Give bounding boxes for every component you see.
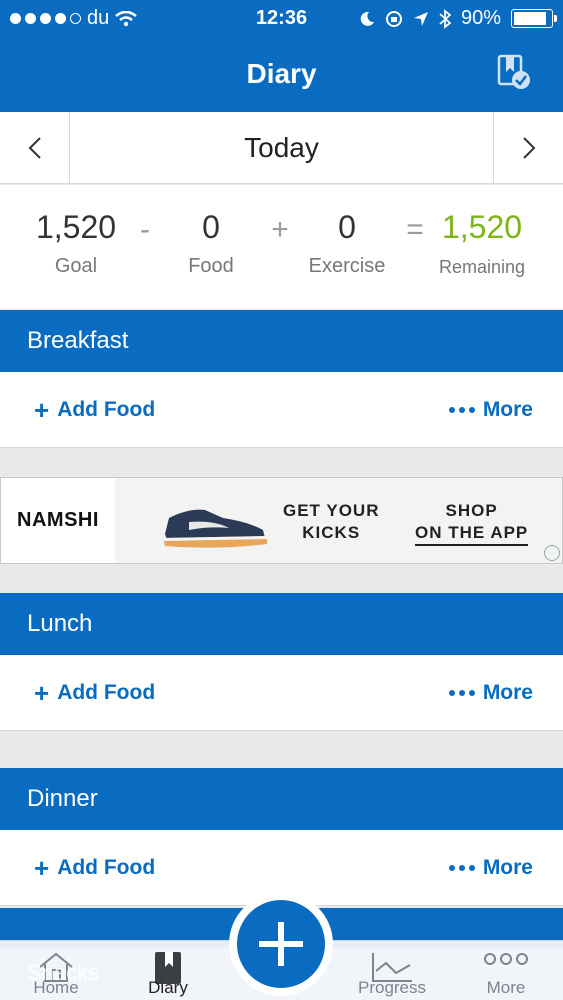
ellipsis-icon [448, 690, 475, 696]
more-label: More [482, 398, 533, 421]
remaining-summary: 1,520 Remaining [422, 209, 542, 278]
quick-add-button[interactable] [237, 900, 325, 988]
add-food-label: Add Food [57, 856, 156, 879]
next-day-button[interactable] [493, 112, 563, 184]
ad-cta[interactable]: SHOP ON THE APP [415, 500, 529, 546]
plus-icon: + [34, 853, 50, 883]
bluetooth-icon [439, 8, 451, 29]
top-bar: du 12:36 90% Diary [0, 0, 563, 112]
breakfast-add-food-button[interactable]: + Add Food [34, 372, 155, 448]
plus-icon: + [34, 678, 50, 708]
battery-percent: 90% [460, 7, 501, 29]
status-bar: du 12:36 90% [0, 0, 563, 36]
lunch-add-food-button[interactable]: + Add Food [34, 655, 155, 731]
goal-value: 1,520 [35, 209, 117, 245]
tab-progress[interactable]: Progress [347, 941, 437, 1000]
breakfast-header: Breakfast [0, 310, 563, 372]
current-date[interactable]: Today [70, 112, 493, 184]
more-label: More [482, 856, 533, 879]
breakfast-more-button[interactable]: More [448, 372, 533, 448]
sneaker-image [163, 509, 267, 548]
complete-diary-icon[interactable] [497, 54, 531, 90]
snacks-label: Snacks [27, 960, 100, 985]
page-title: Diary [246, 58, 317, 89]
lunch-more-button[interactable]: More [448, 655, 533, 731]
remaining-value: 1,520 [441, 209, 523, 245]
date-navigation: Today [0, 112, 563, 184]
tab-progress-label: Progress [357, 978, 427, 997]
dinner-more-button[interactable]: More [448, 830, 533, 906]
ellipsis-icon [448, 865, 475, 871]
calorie-summary: 1,520 Goal - 0 Food + 0 Exercise = 1,520… [0, 185, 563, 309]
ad-brand-logo: NAMSHI [1, 478, 115, 563]
exercise-label: Exercise [308, 255, 386, 277]
food-label: Food [188, 255, 234, 277]
ad-tagline: GET YOUR KICKS [283, 501, 380, 542]
tab-diary[interactable]: Diary [123, 941, 213, 1000]
chevron-right-icon [522, 137, 535, 159]
rotation-lock-icon [385, 10, 402, 27]
lunch-actions: + Add Food More [0, 655, 563, 731]
exercise-value: 0 [338, 209, 356, 245]
dinner-add-food-button[interactable]: + Add Food [34, 830, 155, 906]
battery-icon [511, 9, 557, 28]
lunch-header: Lunch [0, 593, 563, 655]
dinner-header: Dinner [0, 768, 563, 830]
more-label: More [482, 681, 533, 704]
ad-info-icon[interactable] [544, 545, 560, 561]
goal-label: Goal [54, 255, 98, 277]
add-food-label: Add Food [57, 398, 156, 421]
food-value: 0 [202, 209, 220, 245]
add-food-label: Add Food [57, 681, 156, 704]
tab-diary-label: Diary [148, 978, 188, 997]
exercise-summary: 0 Exercise [287, 209, 407, 278]
ad-banner[interactable]: NAMSHI GET YOUR KICKS SHOP ON THE APP [0, 477, 563, 564]
breakfast-actions: + Add Food More [0, 372, 563, 448]
remaining-label: Remaining [438, 257, 526, 277]
food-summary: 0 Food [151, 209, 271, 278]
chevron-left-icon [28, 137, 41, 159]
plus-icon: + [34, 395, 50, 425]
moon-icon [360, 11, 374, 26]
ellipsis-icon [448, 407, 475, 413]
previous-day-button[interactable] [0, 112, 70, 184]
more-dots-icon [484, 953, 528, 965]
tab-more-label: More [486, 978, 526, 997]
location-icon [413, 11, 428, 26]
goal-summary: 1,520 Goal [16, 209, 136, 278]
tab-more[interactable]: More [461, 941, 551, 1000]
